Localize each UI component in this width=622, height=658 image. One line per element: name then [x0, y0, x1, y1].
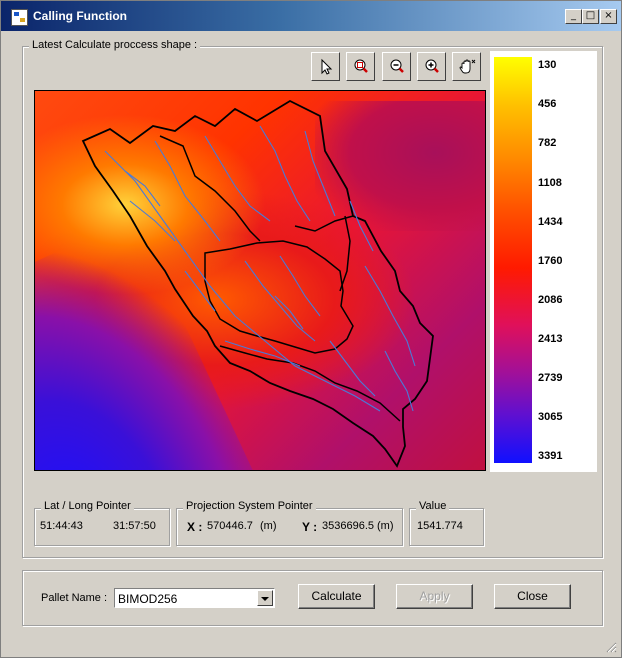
- resize-grip-icon[interactable]: [605, 641, 617, 653]
- calling-function-window: Calling Function _ □ × Latest Calculate …: [0, 0, 622, 658]
- longitude-value: 31:57:50: [113, 520, 156, 532]
- legend-value: 2739: [538, 372, 563, 384]
- close-button[interactable]: Close: [494, 584, 571, 609]
- shape-group-label: Latest Calculate proccess shape :: [29, 39, 201, 51]
- hand-pan-icon: [459, 59, 476, 74]
- projection-label: Projection System Pointer: [183, 500, 316, 512]
- latlong-label: Lat / Long Pointer: [41, 500, 134, 512]
- app-icon: [11, 9, 28, 26]
- pallet-label: Pallet Name :: [41, 592, 108, 604]
- x-unit: (m): [260, 520, 277, 532]
- apply-button[interactable]: Apply: [396, 584, 473, 609]
- legend-value: 3065: [538, 411, 563, 423]
- latitude-value: 51:44:43: [40, 520, 83, 532]
- legend-value: 2413: [538, 333, 563, 345]
- legend-value: 1760: [538, 255, 563, 267]
- pallet-select[interactable]: BIMOD256: [114, 588, 275, 608]
- y-label: Y :: [302, 520, 318, 534]
- zoom-in-icon: [425, 59, 439, 73]
- legend-value: 1434: [538, 216, 563, 228]
- pan-button[interactable]: [452, 52, 481, 81]
- zoom-out-icon: [390, 59, 404, 73]
- chevron-down-icon[interactable]: [257, 590, 273, 606]
- elevation-map[interactable]: [34, 90, 486, 471]
- legend-value: 130: [538, 59, 557, 71]
- pallet-selected-value: BIMOD256: [118, 592, 178, 606]
- title-bar[interactable]: Calling Function _ □ ×: [1, 1, 621, 31]
- river-network: [104, 125, 416, 412]
- color-legend: 130 456 782 1108 1434 1760 2086 2413 273…: [490, 51, 597, 472]
- calculate-button[interactable]: Calculate: [298, 584, 375, 609]
- x-label: X :: [187, 520, 203, 534]
- y-unit: (m): [377, 520, 394, 532]
- arrow-pointer-icon: [321, 58, 333, 75]
- minimize-button[interactable]: _: [565, 9, 582, 24]
- legend-value: 2086: [538, 294, 563, 306]
- x-value: 570446.7: [207, 520, 253, 532]
- legend-value: 456: [538, 98, 557, 110]
- legend-value: 3391: [538, 450, 563, 462]
- watershed-overlay: [81, 99, 434, 468]
- cell-value: 1541.774: [417, 520, 463, 532]
- zoom-extent-icon: [354, 59, 368, 73]
- legend-value: 1108: [538, 177, 562, 189]
- zoom-extent-button[interactable]: [346, 52, 375, 81]
- value-label: Value: [416, 500, 450, 512]
- zoom-out-button[interactable]: [382, 52, 411, 81]
- window-title: Calling Function: [33, 9, 127, 23]
- zoom-in-button[interactable]: [417, 52, 446, 81]
- pointer-tool-button[interactable]: [311, 52, 340, 81]
- close-window-button[interactable]: ×: [600, 9, 617, 24]
- maximize-button[interactable]: □: [582, 9, 599, 24]
- y-value: 3536696.5: [322, 520, 374, 532]
- legend-color-ramp: [494, 57, 532, 463]
- legend-value: 782: [538, 137, 557, 149]
